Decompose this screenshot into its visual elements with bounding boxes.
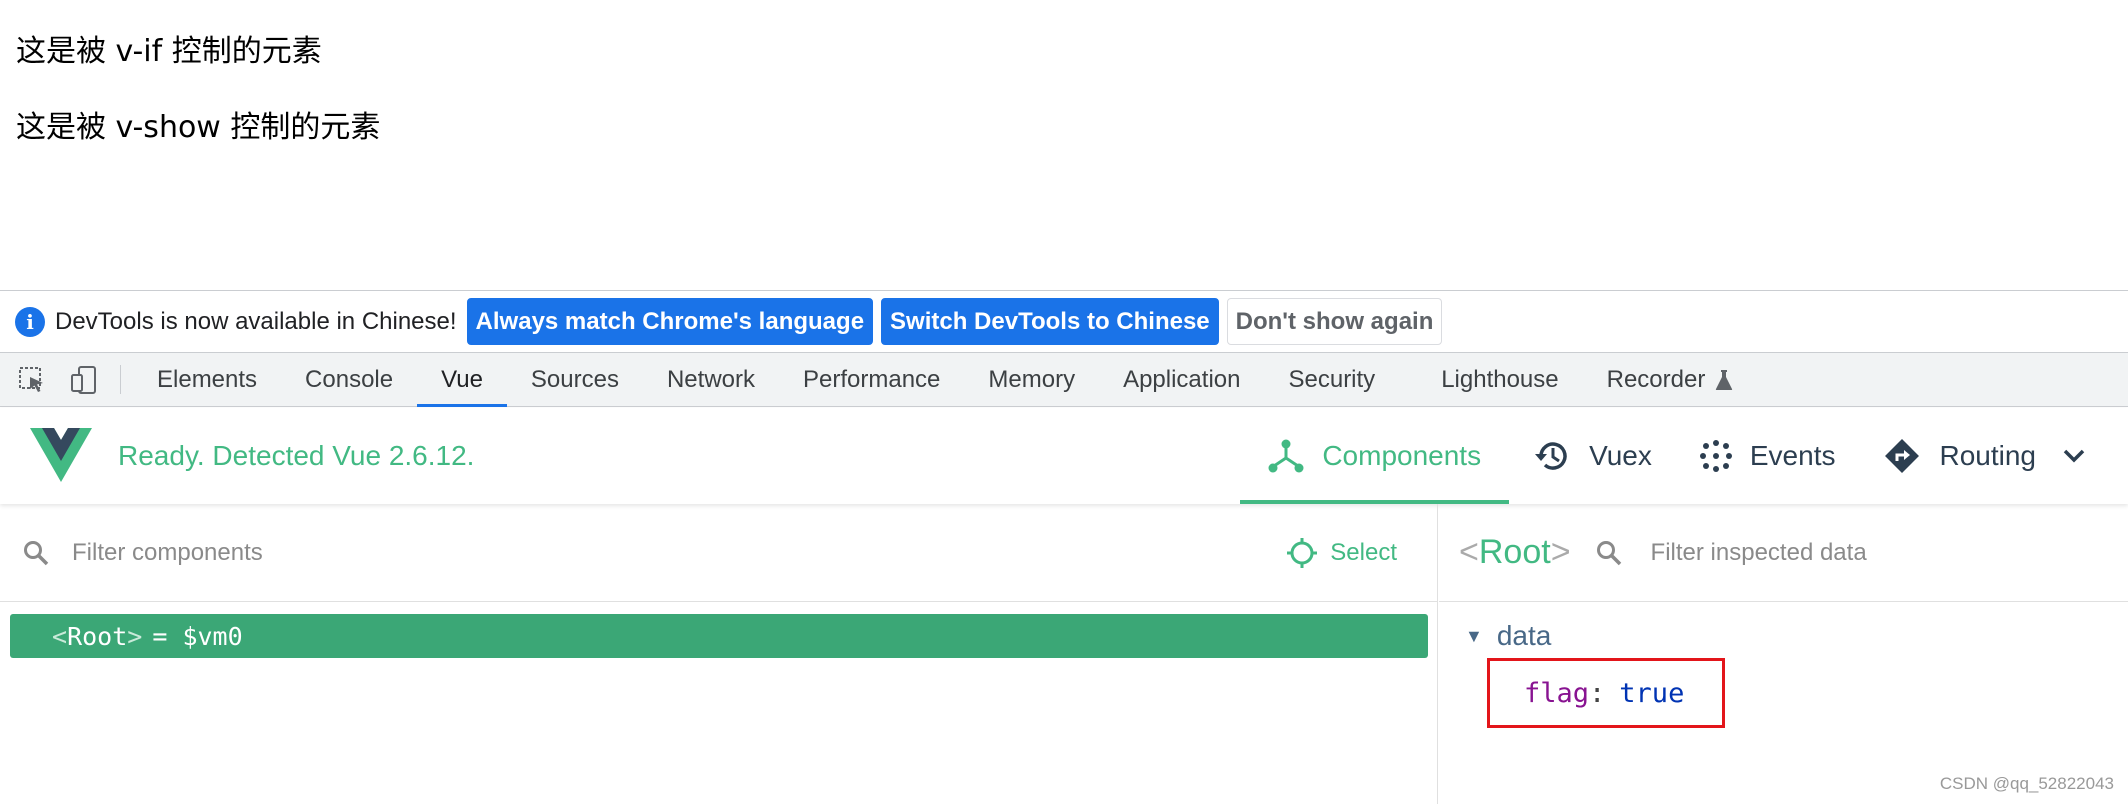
tab-label: Network bbox=[666, 365, 755, 393]
flask-icon bbox=[1716, 369, 1733, 390]
tab-security[interactable]: Security bbox=[1264, 353, 1417, 406]
infobar-message: DevTools is now available in Chinese! bbox=[55, 307, 457, 335]
tag-close-bracket: > bbox=[127, 621, 143, 651]
search-icon bbox=[1596, 540, 1621, 565]
select-component-button[interactable]: Select bbox=[1286, 504, 1397, 602]
inspected-component-name: Root bbox=[1478, 533, 1551, 571]
tab-label: Application bbox=[1123, 365, 1241, 393]
tree-node-root[interactable]: < Root > = $vm0 bbox=[10, 614, 1428, 658]
history-icon bbox=[1535, 442, 1567, 470]
components-icon bbox=[1268, 439, 1304, 473]
tab-label: Memory bbox=[988, 365, 1076, 393]
inspect-element-icon[interactable] bbox=[8, 353, 56, 406]
events-icon bbox=[1699, 440, 1732, 472]
tab-vue[interactable]: Vue bbox=[417, 353, 507, 407]
devtools-tabbar: Elements Console Vue Sources Network Per… bbox=[0, 353, 2128, 407]
property-value: true bbox=[1619, 677, 1685, 709]
tab-label: Recorder bbox=[1606, 365, 1706, 393]
tab-label: Elements bbox=[157, 365, 258, 393]
device-toolbar-icon[interactable] bbox=[60, 353, 108, 406]
vm-ref: = $vm0 bbox=[152, 621, 243, 651]
nav-vuex-label: Vuex bbox=[1589, 440, 1652, 471]
inspected-component-title: <Root> bbox=[1459, 533, 1571, 572]
v-show-text: 这是被 v-show 控制的元素 bbox=[16, 110, 381, 145]
toolbar-divider bbox=[120, 365, 121, 394]
info-icon: i bbox=[15, 306, 45, 337]
select-label: Select bbox=[1330, 539, 1397, 566]
tab-label: Console bbox=[305, 365, 394, 393]
tab-performance[interactable]: Performance bbox=[779, 353, 964, 406]
nav-events-label: Events bbox=[1749, 440, 1836, 471]
watermark: CSDN @qq_52822043 bbox=[1939, 774, 2114, 793]
tab-label: Sources bbox=[530, 365, 619, 393]
tag-open-bracket: < bbox=[1459, 533, 1479, 571]
caret-down-icon: ▼ bbox=[1465, 625, 1483, 646]
nav-routing[interactable]: Routing bbox=[1859, 408, 2128, 504]
tab-memory[interactable]: Memory bbox=[964, 353, 1099, 406]
inspector-panel: <Root> Filter inspected data ▼ data flag… bbox=[1439, 504, 2128, 804]
vue-logo-icon bbox=[30, 428, 92, 482]
inspector-filter-bar: <Root> Filter inspected data bbox=[1439, 504, 2128, 602]
nav-vuex[interactable]: Vuex bbox=[1509, 408, 1676, 504]
tab-label: Security bbox=[1288, 365, 1376, 393]
data-property-flag[interactable]: flag: true bbox=[1487, 658, 1725, 728]
section-label: data bbox=[1496, 620, 1552, 651]
v-if-text: 这是被 v-if 控制的元素 bbox=[16, 34, 322, 69]
filter-inspected-data-input[interactable]: Filter inspected data bbox=[1651, 539, 1867, 567]
property-key: flag bbox=[1524, 677, 1590, 709]
tag-open-bracket: < bbox=[52, 621, 68, 651]
tab-sources[interactable]: Sources bbox=[507, 353, 643, 406]
filter-components-input[interactable]: Filter components bbox=[72, 539, 263, 567]
components-panel: Filter components Select < Root > = $vm0 bbox=[0, 504, 1438, 804]
always-match-language-button[interactable]: Always match Chrome's language bbox=[466, 298, 874, 345]
tab-network[interactable]: Network bbox=[643, 353, 779, 406]
tab-label: Performance bbox=[803, 365, 941, 393]
nav-components[interactable]: Components bbox=[1240, 408, 1509, 504]
tag-close-bracket: > bbox=[1550, 533, 1571, 571]
vue-devtools-header: Ready. Detected Vue 2.6.12. Components V… bbox=[0, 408, 2128, 504]
tab-label: Lighthouse bbox=[1441, 365, 1559, 393]
devtools-language-infobar: i DevTools is now available in Chinese! … bbox=[0, 290, 2128, 353]
search-icon bbox=[24, 540, 49, 565]
page-content: 这是被 v-if 控制的元素 这是被 v-show 控制的元素 bbox=[0, 0, 2128, 290]
tab-application[interactable]: Application bbox=[1099, 353, 1264, 406]
tab-elements[interactable]: Elements bbox=[133, 353, 281, 406]
components-filter-bar: Filter components Select bbox=[0, 504, 1437, 602]
tab-lighthouse[interactable]: Lighthouse bbox=[1417, 353, 1582, 406]
vue-nav: Components Vuex Events Routing bbox=[1240, 408, 2128, 504]
directions-icon bbox=[1885, 439, 1920, 473]
switch-to-chinese-button[interactable]: Switch DevTools to Chinese bbox=[881, 298, 1219, 345]
property-colon: : bbox=[1589, 677, 1606, 709]
chevron-down-icon[interactable] bbox=[2062, 448, 2086, 464]
nav-components-label: Components bbox=[1322, 440, 1482, 471]
component-name: Root bbox=[67, 621, 128, 651]
nav-routing-label: Routing bbox=[1939, 440, 2036, 471]
data-section-header[interactable]: ▼ data bbox=[1465, 620, 1551, 652]
crosshair-icon bbox=[1287, 538, 1318, 568]
tab-label: Vue bbox=[441, 365, 483, 393]
nav-events[interactable]: Events bbox=[1676, 408, 1860, 504]
vue-detected-status: Ready. Detected Vue 2.6.12. bbox=[118, 440, 475, 471]
tab-console[interactable]: Console bbox=[281, 353, 417, 406]
dont-show-again-button[interactable]: Don't show again bbox=[1226, 298, 1443, 345]
tab-recorder[interactable]: Recorder bbox=[1583, 353, 1758, 406]
